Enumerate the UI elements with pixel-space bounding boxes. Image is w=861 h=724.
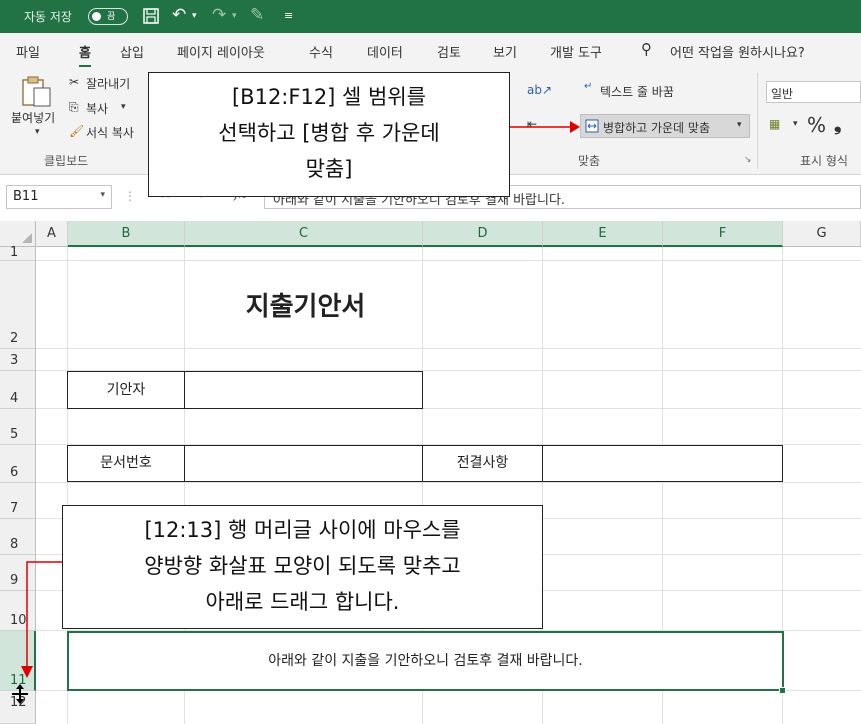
merge-arrowhead-icon [570,121,580,133]
resize-arrowhead-icon [21,666,33,678]
resize-arrow-line [26,561,62,668]
annotation-arrows [21,121,580,678]
